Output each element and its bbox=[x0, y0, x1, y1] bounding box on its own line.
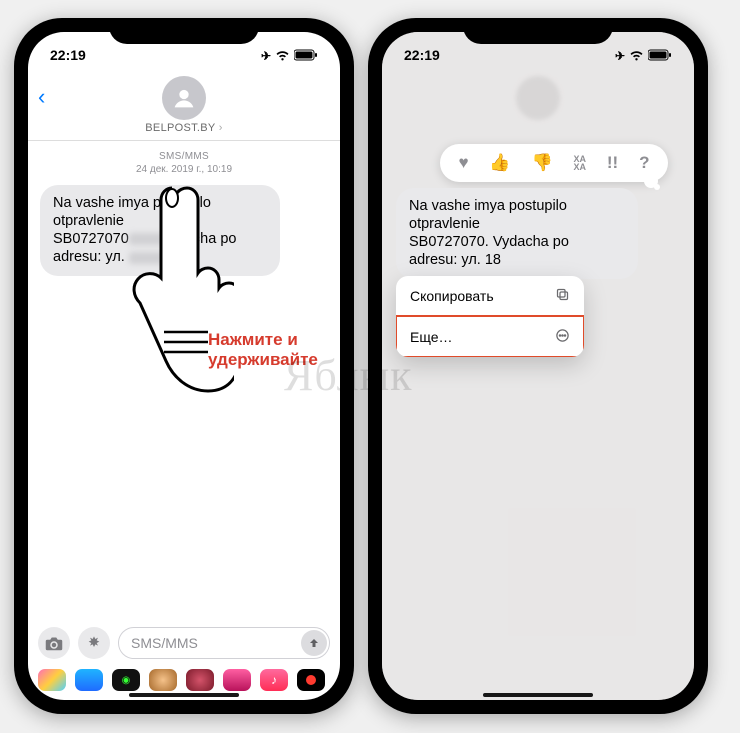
conversation-type: SMS/MMS bbox=[28, 151, 340, 162]
status-icons bbox=[261, 47, 318, 63]
tapback-heart[interactable]: ♥ bbox=[458, 153, 468, 173]
msg-line1: Na vashe imya postupilo otpravlenie bbox=[409, 198, 567, 232]
context-menu: Скопировать Еще… bbox=[396, 276, 584, 357]
input-bar: SMS/MMS bbox=[28, 622, 340, 664]
screen-right: 22:19 ♥ 👍 👎 ХА ХА !! ? Na vashe imya pos… bbox=[382, 32, 694, 700]
tapback-thumbsup[interactable]: 👍 bbox=[489, 153, 510, 173]
phone-right: 22:19 ♥ 👍 👎 ХА ХА !! ? Na vashe imya pos… bbox=[368, 18, 708, 714]
back-button[interactable]: ‹ bbox=[38, 84, 45, 110]
app-chip[interactable] bbox=[149, 669, 177, 691]
instruction-text: Нажмите иудерживайте bbox=[208, 330, 318, 371]
wifi-icon bbox=[629, 50, 644, 61]
tapback-question[interactable]: ? bbox=[639, 153, 649, 173]
phone-left: 22:19 ‹ BELPOST.BY SMS/MMS 24 дек. 2019 … bbox=[14, 18, 354, 714]
notch bbox=[463, 18, 613, 44]
input-placeholder: SMS/MMS bbox=[131, 635, 198, 651]
contact-header[interactable]: BELPOST.BY bbox=[145, 76, 222, 134]
airplane-icon bbox=[261, 47, 271, 63]
app-chip[interactable]: ♪ bbox=[260, 669, 288, 691]
notch bbox=[109, 18, 259, 44]
msg-line2a: SB0727070 bbox=[53, 231, 129, 247]
camera-button[interactable] bbox=[38, 627, 70, 659]
app-strip[interactable]: ◉ ♪ bbox=[28, 666, 340, 694]
wifi-icon bbox=[275, 50, 290, 61]
message-bubble[interactable]: Na vashe imya postupilo otpravlenie SB07… bbox=[396, 188, 638, 279]
battery-icon bbox=[648, 49, 672, 61]
msg-line2a: SB0727070 bbox=[409, 234, 485, 250]
msg-line2b: . Vydacha po bbox=[485, 234, 569, 250]
tapback-thumbsdown[interactable]: 👎 bbox=[531, 153, 552, 173]
dim-overlay bbox=[382, 32, 694, 700]
menu-more[interactable]: Еще… bbox=[396, 316, 584, 357]
battery-icon bbox=[294, 49, 318, 61]
app-chip[interactable]: ◉ bbox=[112, 669, 140, 691]
app-chip[interactable] bbox=[297, 669, 325, 691]
message-timestamp: 24 дек. 2019 г., 10:19 bbox=[28, 164, 340, 175]
menu-copy-label: Скопировать bbox=[410, 288, 494, 304]
app-chip[interactable] bbox=[186, 669, 214, 691]
msg-line3a: adresu: ул. bbox=[409, 252, 481, 268]
app-chip[interactable] bbox=[223, 669, 251, 691]
more-icon bbox=[555, 328, 570, 346]
tapback-bar: ♥ 👍 👎 ХА ХА !! ? bbox=[440, 144, 668, 182]
menu-more-label: Еще… bbox=[410, 329, 453, 345]
status-time: 22:19 bbox=[50, 47, 86, 63]
tapback-exclaim[interactable]: !! bbox=[607, 153, 618, 173]
msg-line3b: 18 bbox=[485, 252, 501, 268]
appstore-button[interactable] bbox=[78, 627, 110, 659]
status-icons bbox=[615, 47, 672, 63]
menu-copy[interactable]: Скопировать bbox=[396, 276, 584, 316]
status-time: 22:19 bbox=[404, 47, 440, 63]
avatar bbox=[162, 76, 206, 120]
msg-line3a: adresu: ул. bbox=[53, 249, 125, 265]
message-input[interactable]: SMS/MMS bbox=[118, 627, 330, 659]
copy-icon bbox=[555, 287, 570, 305]
screen-left: 22:19 ‹ BELPOST.BY SMS/MMS 24 дек. 2019 … bbox=[28, 32, 340, 700]
tapback-haha[interactable]: ХА ХА bbox=[574, 155, 587, 171]
home-indicator[interactable] bbox=[129, 693, 239, 697]
app-chip[interactable] bbox=[75, 669, 103, 691]
airplane-icon bbox=[615, 47, 625, 63]
app-chip[interactable] bbox=[38, 669, 66, 691]
contact-name: BELPOST.BY bbox=[145, 122, 222, 134]
send-button[interactable] bbox=[301, 630, 327, 656]
home-indicator[interactable] bbox=[483, 693, 593, 697]
